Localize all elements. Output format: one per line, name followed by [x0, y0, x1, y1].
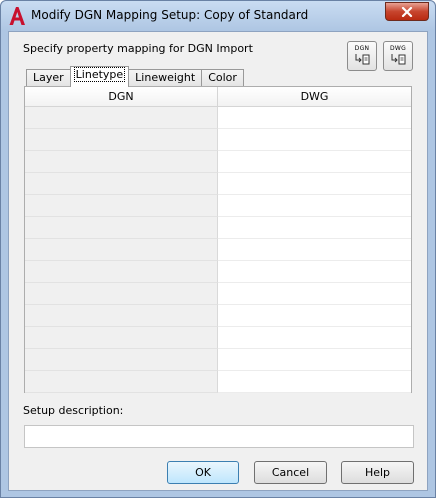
dgn-cell[interactable]: [25, 195, 218, 217]
dwg-cell[interactable]: [218, 217, 411, 239]
table-row[interactable]: [25, 371, 411, 393]
title-bar[interactable]: Modify DGN Mapping Setup: Copy of Standa…: [1, 1, 435, 31]
table-row[interactable]: [25, 217, 411, 239]
grid-header: DGN DWG: [25, 87, 411, 107]
dwg-cell[interactable]: [218, 327, 411, 349]
mapping-grid: DGN DWG: [24, 86, 412, 393]
close-icon: [401, 6, 413, 17]
dgn-cell[interactable]: [25, 305, 218, 327]
dgn-cell[interactable]: [25, 107, 218, 129]
dgn-cell[interactable]: [25, 349, 218, 371]
dgn-cell[interactable]: [25, 327, 218, 349]
setup-description-label: Setup description:: [23, 404, 124, 417]
table-row[interactable]: [25, 327, 411, 349]
close-button[interactable]: [385, 2, 429, 21]
autocad-logo-icon: [9, 7, 25, 25]
table-row[interactable]: [25, 151, 411, 173]
tab-layer[interactable]: Layer: [26, 69, 71, 87]
tab-color[interactable]: Color: [201, 69, 244, 87]
tab-layer-label: Layer: [33, 71, 64, 84]
table-row[interactable]: [25, 349, 411, 371]
dwg-cell[interactable]: [218, 107, 411, 129]
dgn-cell[interactable]: [25, 239, 218, 261]
dgn-cell[interactable]: [25, 217, 218, 239]
dialog-window: Modify DGN Mapping Setup: Copy of Standa…: [0, 0, 436, 498]
dwg-cell[interactable]: [218, 371, 411, 393]
column-header-dgn[interactable]: DGN: [25, 87, 218, 106]
grid-body: [25, 107, 411, 393]
table-row[interactable]: [25, 129, 411, 151]
tab-strip: Layer Linetype Lineweight Color: [26, 66, 244, 87]
help-button[interactable]: Help: [341, 461, 414, 484]
table-row[interactable]: [25, 283, 411, 305]
dwg-cell[interactable]: [218, 151, 411, 173]
dwg-cell[interactable]: [218, 195, 411, 217]
tab-linetype-label: Linetype: [73, 67, 126, 82]
tab-color-label: Color: [208, 71, 237, 84]
dwg-cell[interactable]: [218, 305, 411, 327]
table-row[interactable]: [25, 239, 411, 261]
table-row[interactable]: [25, 261, 411, 283]
tab-lineweight[interactable]: Lineweight: [128, 69, 203, 87]
dwg-import-button[interactable]: DWG: [383, 41, 413, 71]
ok-button[interactable]: OK: [167, 461, 239, 484]
mapping-prompt: Specify property mapping for DGN Import: [23, 42, 253, 55]
dgn-import-button[interactable]: DGN: [347, 41, 377, 71]
dgn-cell[interactable]: [25, 261, 218, 283]
dgn-import-icon: [355, 54, 370, 65]
table-row[interactable]: [25, 305, 411, 327]
dgn-cell[interactable]: [25, 371, 218, 393]
dwg-cell[interactable]: [218, 261, 411, 283]
dwg-import-icon: [391, 54, 406, 65]
tab-lineweight-label: Lineweight: [135, 71, 196, 84]
column-header-dwg[interactable]: DWG: [218, 87, 411, 106]
dwg-cell[interactable]: [218, 283, 411, 305]
dwg-button-label: DWG: [389, 45, 407, 52]
table-row[interactable]: [25, 173, 411, 195]
dwg-cell[interactable]: [218, 129, 411, 151]
dgn-cell[interactable]: [25, 173, 218, 195]
table-row[interactable]: [25, 195, 411, 217]
dwg-cell[interactable]: [218, 239, 411, 261]
tab-linetype[interactable]: Linetype: [69, 66, 130, 87]
cancel-button[interactable]: Cancel: [254, 461, 327, 484]
setup-description-input[interactable]: [24, 425, 414, 448]
dwg-cell[interactable]: [218, 173, 411, 195]
dgn-cell[interactable]: [25, 283, 218, 305]
dialog-body: Specify property mapping for DGN Import …: [8, 31, 428, 491]
window-title: Modify DGN Mapping Setup: Copy of Standa…: [31, 8, 309, 22]
dgn-cell[interactable]: [25, 129, 218, 151]
dgn-button-label: DGN: [354, 45, 370, 52]
table-row[interactable]: [25, 107, 411, 129]
dgn-cell[interactable]: [25, 151, 218, 173]
dwg-cell[interactable]: [218, 349, 411, 371]
